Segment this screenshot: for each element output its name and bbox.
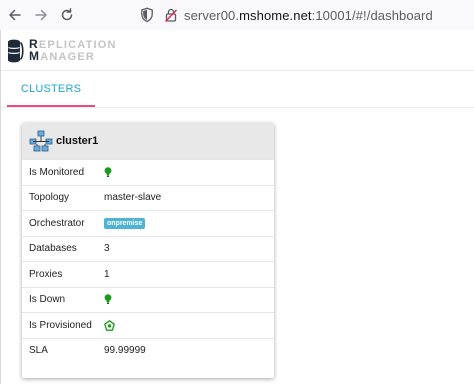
- url-prefix: server00.: [184, 7, 240, 23]
- reload-icon: [61, 8, 73, 21]
- provisioned-icon: [104, 319, 115, 331]
- replication-manager-logo[interactable]: REPLICATION MANAGER: [7, 36, 117, 66]
- reload-button[interactable]: [54, 2, 80, 28]
- row-value: [104, 319, 274, 331]
- logo-word-replication: EPLICATION: [38, 39, 117, 51]
- logo-wordmark: REPLICATION MANAGER: [29, 38, 117, 63]
- row-label: Orchestrator: [29, 217, 85, 229]
- row-label: Proxies: [29, 268, 63, 280]
- row-value: [104, 166, 274, 178]
- orchestrator-badge: onpremise: [104, 217, 146, 229]
- logo-cap-m: M: [29, 49, 41, 63]
- cluster-name: cluster1: [56, 135, 99, 147]
- app-page: REPLICATION MANAGER CLUSTERS cluster1 Is…: [0, 30, 474, 384]
- database-logo-icon: [8, 39, 24, 63]
- row-sla: SLA 99.99999: [22, 337, 274, 364]
- row-is-provisioned: Is Provisioned: [22, 312, 274, 338]
- cluster-card-header[interactable]: cluster1: [22, 123, 274, 159]
- tab-clusters[interactable]: CLUSTERS: [7, 71, 95, 107]
- row-label: Databases: [29, 243, 77, 255]
- row-value: 1: [104, 268, 110, 280]
- tabs-divider: [1, 107, 474, 108]
- row-proxies: Proxies 1: [22, 261, 274, 287]
- bulb-on-icon: [104, 294, 112, 305]
- row-topology: Topology master-slave: [22, 184, 274, 211]
- forward-arrow-icon: [35, 9, 47, 21]
- row-databases: Databases 3: [22, 235, 274, 262]
- url-host: mshome.net: [239, 7, 312, 23]
- back-arrow-icon: [9, 9, 21, 21]
- row-value: [104, 294, 274, 305]
- row-label: SLA: [29, 345, 48, 357]
- row-label: Is Monitored: [29, 166, 85, 178]
- tracking-shield-icon[interactable]: [140, 7, 154, 23]
- cluster-card[interactable]: cluster1 Is Monitored Topology master-sl…: [22, 123, 274, 378]
- row-value: master-slave: [104, 192, 162, 204]
- logo-word-manager: ANAGER: [40, 51, 96, 63]
- row-label: Is Provisioned: [29, 319, 92, 331]
- url-text[interactable]: server00.mshome.net:10001/#!/dashboard: [184, 8, 433, 23]
- row-is-down: Is Down: [22, 286, 274, 313]
- bulb-on-icon: [104, 166, 112, 177]
- row-label: Is Down: [29, 294, 66, 306]
- row-orchestrator: Orchestrator onpremise: [22, 210, 274, 236]
- insecure-lock-icon[interactable]: [164, 7, 178, 23]
- row-value: 3: [104, 243, 110, 255]
- url-path: :10001/#!/dashboard: [311, 7, 433, 23]
- browser-toolbar: server00.mshome.net:10001/#!/dashboard: [0, 0, 474, 30]
- cluster-topology-icon: [29, 130, 53, 152]
- row-value: 99.99999: [104, 345, 146, 357]
- back-button[interactable]: [2, 2, 28, 28]
- row-label: Topology: [29, 192, 70, 204]
- row-is-monitored: Is Monitored: [22, 159, 274, 185]
- row-value: onpremise: [104, 217, 274, 229]
- address-bar[interactable]: server00.mshome.net:10001/#!/dashboard: [140, 2, 433, 28]
- tab-bar: CLUSTERS: [1, 71, 474, 107]
- forward-button[interactable]: [28, 2, 54, 28]
